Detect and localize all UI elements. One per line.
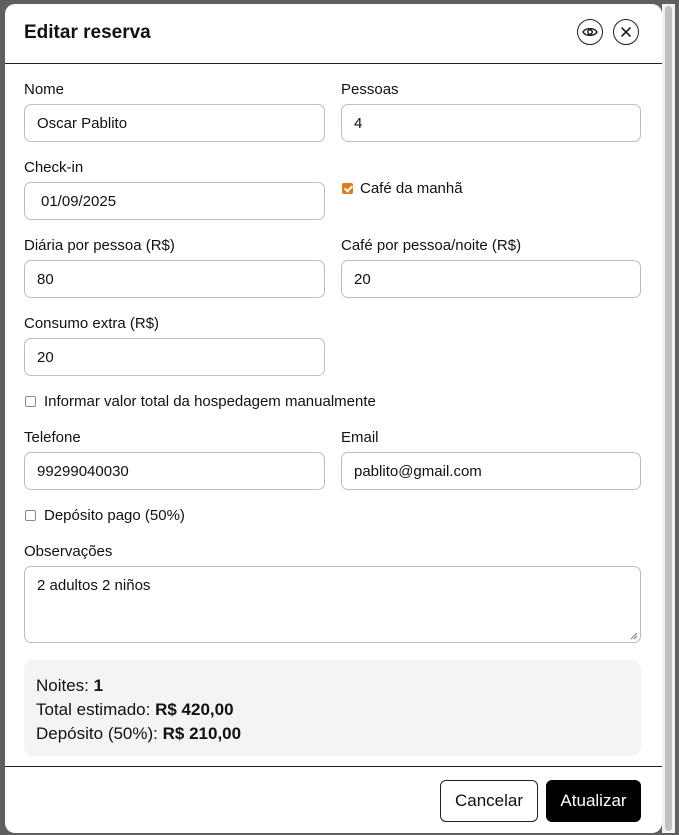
cafe-da-manha-checkbox[interactable]: [342, 183, 353, 194]
consumo-extra-input[interactable]: 20: [24, 338, 325, 376]
observacoes-text: 2 adultos 2 niños: [37, 577, 151, 594]
noites-label: Noites:: [36, 676, 89, 695]
deposito-value: R$ 210,00: [162, 724, 242, 743]
total-summary: Total estimado: R$ 420,00: [36, 700, 234, 720]
resize-grip-icon[interactable]: [630, 632, 638, 640]
eye-icon: [582, 27, 598, 37]
total-label: Total estimado:: [36, 700, 151, 719]
checkin-label: Check-in: [24, 159, 84, 176]
edit-reservation-dialog: Editar reserva Nome Oscar Pablito Pessoa…: [5, 4, 662, 833]
nome-label: Nome: [24, 81, 65, 98]
observacoes-textarea[interactable]: 2 adultos 2 niños: [24, 566, 641, 643]
dialog-scrollbar[interactable]: [662, 4, 675, 833]
email-label: Email: [341, 429, 379, 446]
summary-panel: Noites: 1 Total estimado: R$ 420,00 Depó…: [24, 660, 641, 756]
cancel-button[interactable]: Cancelar: [440, 780, 538, 822]
diaria-input[interactable]: 80: [24, 260, 325, 298]
deposito-summary: Depósito (50%): R$ 210,00: [36, 724, 241, 744]
diaria-label: Diária por pessoa (R$): [24, 237, 175, 254]
noites-summary: Noites: 1: [36, 676, 103, 696]
observacoes-label: Observações: [24, 543, 113, 560]
pessoas-label: Pessoas: [341, 81, 399, 98]
consumo-extra-label: Consumo extra (R$): [24, 315, 160, 332]
pessoas-input[interactable]: 4: [341, 104, 641, 142]
email-input[interactable]: pablito@gmail.com: [341, 452, 641, 490]
telefone-input[interactable]: 99299040030: [24, 452, 325, 490]
cafe-noite-label: Café por pessoa/noite (R$): [341, 237, 522, 254]
manual-total-checkbox[interactable]: [25, 396, 36, 407]
preview-button[interactable]: [577, 19, 603, 45]
close-button[interactable]: [613, 19, 639, 45]
deposito-pago-checkbox[interactable]: [25, 510, 36, 521]
dialog-header: Editar reserva: [5, 4, 662, 64]
deposito-label: Depósito (50%):: [36, 724, 158, 743]
deposito-pago-label: Depósito pago (50%): [44, 507, 185, 524]
scrollbar-thumb[interactable]: [665, 6, 672, 831]
total-value: R$ 420,00: [155, 700, 234, 719]
close-icon: [621, 27, 631, 37]
nome-input[interactable]: Oscar Pablito: [24, 104, 325, 142]
update-button[interactable]: Atualizar: [546, 780, 641, 822]
dialog-title: Editar reserva: [24, 22, 151, 43]
dialog-footer: Cancelar Atualizar: [5, 766, 662, 833]
noites-value: 1: [93, 676, 104, 695]
checkin-date-input[interactable]: 01/09/2025: [24, 182, 325, 220]
cafe-noite-input[interactable]: 20: [341, 260, 641, 298]
manual-total-label: Informar valor total da hospedagem manua…: [44, 393, 376, 410]
telefone-label: Telefone: [24, 429, 81, 446]
cafe-da-manha-label: Café da manhã: [360, 180, 463, 197]
